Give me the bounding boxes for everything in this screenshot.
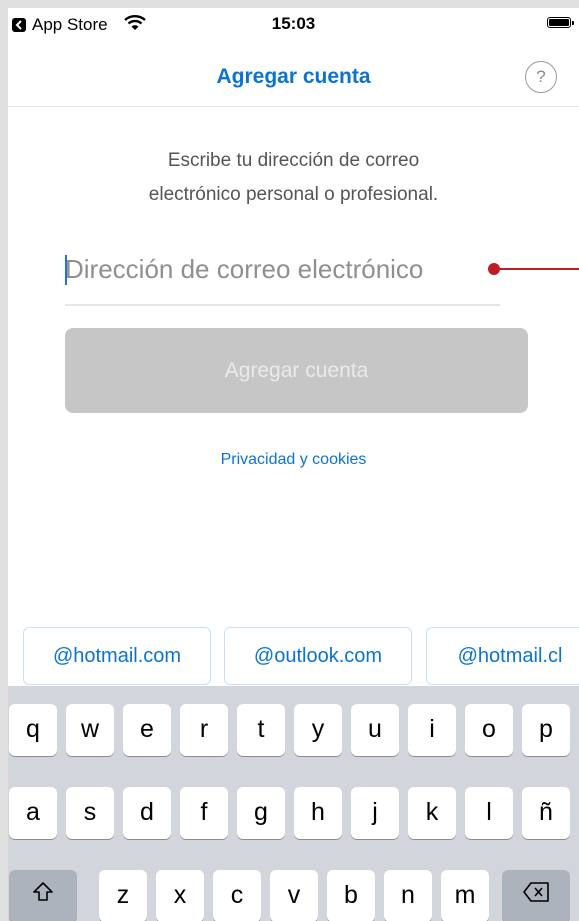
suggestion-outlook-com[interactable]: @outlook.com bbox=[224, 627, 412, 685]
key-f[interactable]: f bbox=[180, 787, 228, 839]
key-m[interactable]: m bbox=[441, 870, 489, 921]
suggestion-hotmail-cl[interactable]: @hotmail.cl bbox=[426, 627, 579, 685]
key-y[interactable]: y bbox=[294, 704, 342, 756]
page-title: Agregar cuenta bbox=[216, 65, 371, 88]
add-account-button[interactable]: Agregar cuenta bbox=[65, 328, 528, 413]
key-p[interactable]: p bbox=[522, 704, 570, 756]
backspace-icon bbox=[522, 881, 550, 910]
instruction-line-1: Escribe tu dirección de correo bbox=[167, 150, 420, 171]
battery-icon bbox=[547, 17, 571, 28]
keyboard: q w e r t y u i o p a s d f g h j k l ñ … bbox=[8, 686, 579, 921]
key-k[interactable]: k bbox=[408, 787, 456, 839]
key-e[interactable]: e bbox=[123, 704, 171, 756]
email-input[interactable] bbox=[65, 246, 500, 292]
privacy-link[interactable]: Privacidad y cookies bbox=[8, 451, 579, 469]
status-bar: App Store 15:03 bbox=[8, 8, 579, 40]
key-n-tilde[interactable]: ñ bbox=[522, 787, 570, 839]
text-cursor bbox=[65, 255, 67, 285]
key-t[interactable]: t bbox=[237, 704, 285, 756]
key-x[interactable]: x bbox=[156, 870, 204, 921]
help-button[interactable]: ? bbox=[525, 61, 557, 93]
key-d[interactable]: d bbox=[123, 787, 171, 839]
shift-key[interactable] bbox=[9, 870, 77, 921]
key-v[interactable]: v bbox=[270, 870, 318, 921]
domain-suggestions: @hotmail.com @outlook.com @hotmail.cl bbox=[8, 620, 579, 686]
key-z[interactable]: z bbox=[99, 870, 147, 921]
shift-icon bbox=[31, 880, 55, 911]
instructions: Escribe tu dirección de correo electróni… bbox=[8, 144, 579, 212]
key-h[interactable]: h bbox=[294, 787, 342, 839]
battery-tip bbox=[572, 21, 574, 25]
instruction-line-2: electrónico personal o profesional. bbox=[148, 184, 439, 205]
screen: App Store 15:03 Agregar cuenta ? Escribe… bbox=[8, 8, 579, 921]
key-c[interactable]: c bbox=[213, 870, 261, 921]
help-icon: ? bbox=[536, 67, 546, 86]
suggestion-hotmail-com[interactable]: @hotmail.com bbox=[23, 627, 211, 685]
key-g[interactable]: g bbox=[237, 787, 285, 839]
key-i[interactable]: i bbox=[408, 704, 456, 756]
annotation-line bbox=[496, 268, 579, 270]
key-q[interactable]: q bbox=[9, 704, 57, 756]
key-r[interactable]: r bbox=[180, 704, 228, 756]
key-b[interactable]: b bbox=[327, 870, 375, 921]
key-j[interactable]: j bbox=[351, 787, 399, 839]
navigation-bar: Agregar cuenta ? bbox=[8, 44, 579, 107]
key-n[interactable]: n bbox=[384, 870, 432, 921]
email-field[interactable] bbox=[65, 244, 500, 306]
status-time: 15:03 bbox=[271, 14, 316, 33]
key-w[interactable]: w bbox=[66, 704, 114, 756]
key-s[interactable]: s bbox=[66, 787, 114, 839]
key-u[interactable]: u bbox=[351, 704, 399, 756]
key-a[interactable]: a bbox=[9, 787, 57, 839]
delete-key[interactable] bbox=[502, 870, 570, 921]
key-l[interactable]: l bbox=[465, 787, 513, 839]
key-o[interactable]: o bbox=[465, 704, 513, 756]
